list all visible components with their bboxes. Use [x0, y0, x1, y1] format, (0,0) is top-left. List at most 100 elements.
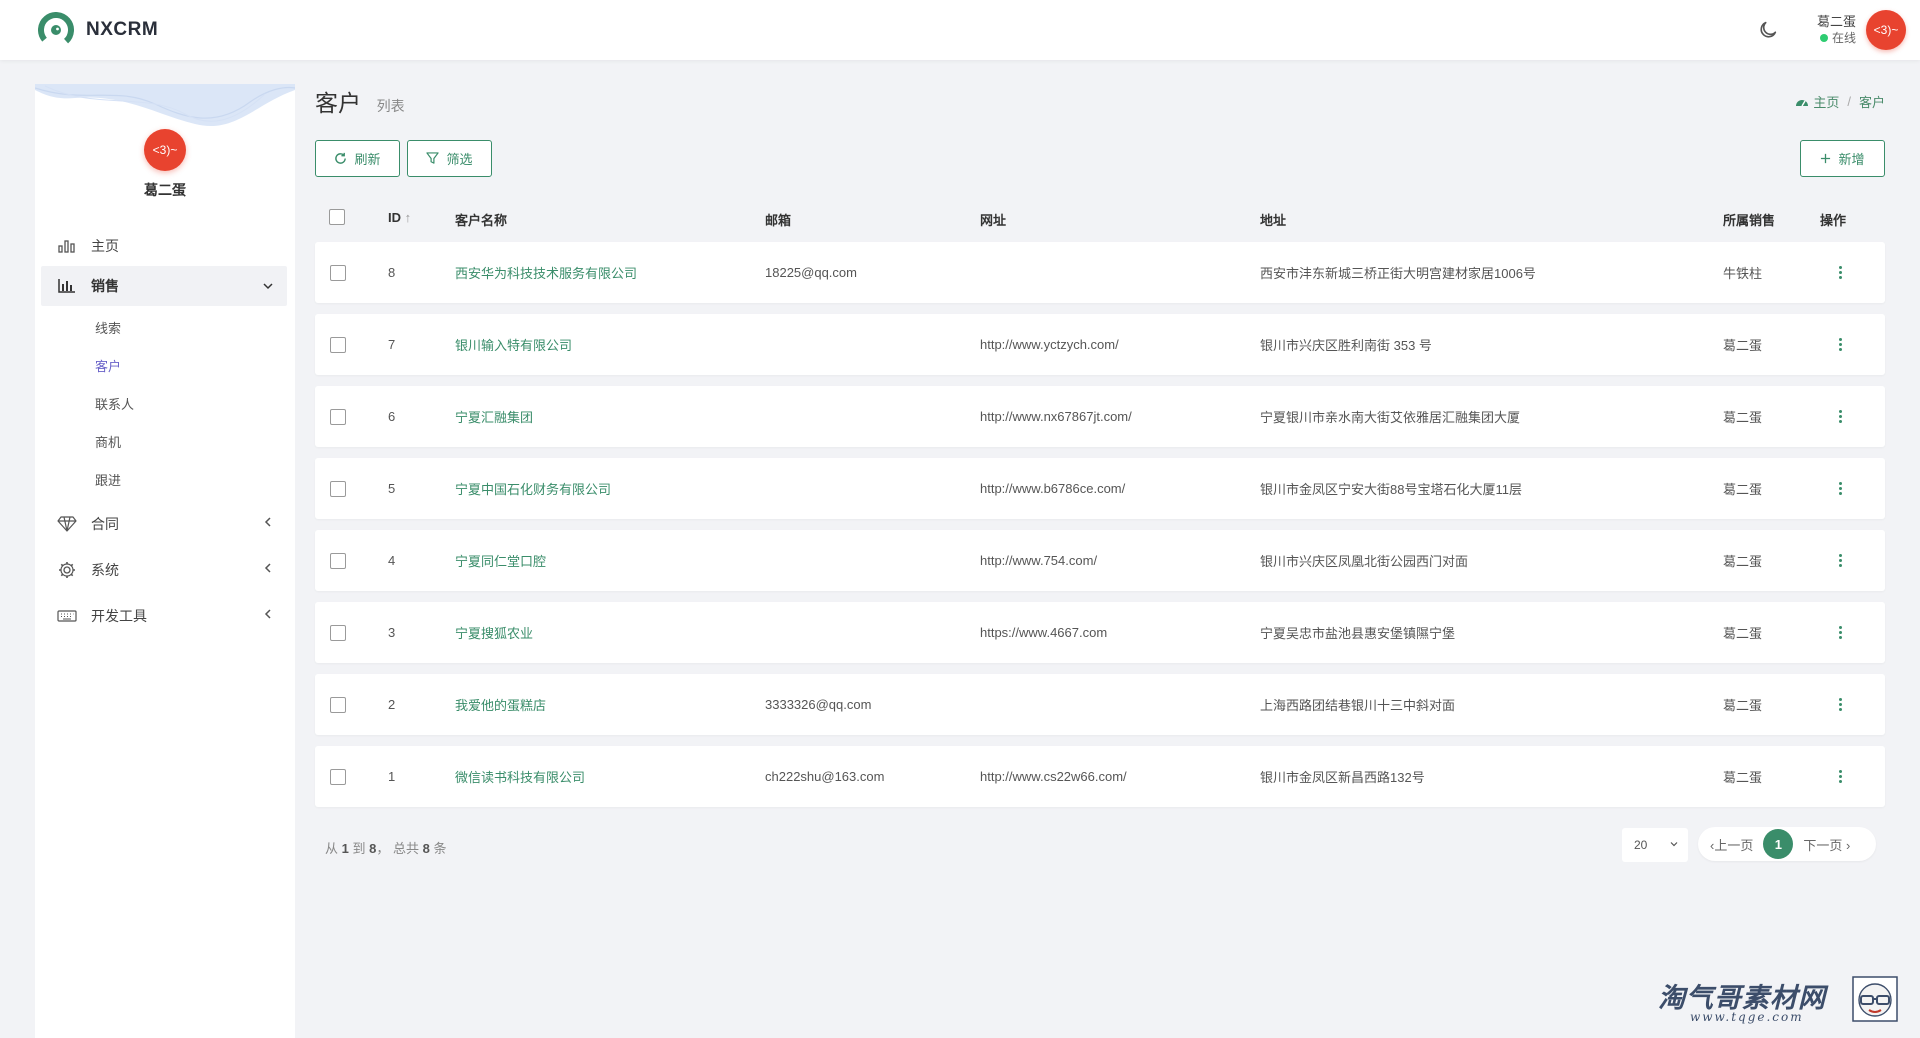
user-info[interactable]: 葛二蛋 在线 [1817, 14, 1856, 46]
page-size-select[interactable]: 20 [1622, 828, 1688, 862]
sidebar-item-sales[interactable]: 销售 [41, 266, 287, 306]
sidebar-item-contracts[interactable]: 合同 [35, 502, 295, 546]
row-actions-button[interactable] [1830, 746, 1850, 807]
sidebar-item-label: 合同 [91, 516, 119, 532]
avatar[interactable]: <3)~ [1866, 10, 1906, 50]
sidebar-item-system[interactable]: 系统 [35, 548, 295, 592]
cell-id: 2 [388, 697, 396, 712]
table-row[interactable]: 5 宁夏中国石化财务有限公司 http://www.b6786ce.com/ 银… [315, 458, 1885, 519]
moon-icon[interactable] [1757, 19, 1779, 41]
cell-customer-name[interactable]: 宁夏汇融集团 [455, 386, 533, 447]
cell-address: 宁夏吴忠市盐池县惠安堡镇隰宁堡 [1260, 626, 1456, 641]
more-vertical-icon [1838, 625, 1842, 640]
row-actions-button[interactable] [1830, 314, 1850, 375]
next-page-button[interactable]: 下一页 › [1803, 835, 1850, 854]
cell-customer-name[interactable]: 宁夏同仁堂口腔 [455, 530, 546, 591]
row-checkbox[interactable] [330, 314, 346, 375]
more-vertical-icon [1838, 697, 1842, 712]
cell-address: 银川市金凤区新昌西路132号 [1260, 770, 1425, 785]
chevron-down-icon [263, 283, 273, 290]
cell-url: http://www.nx67867jt.com/ [980, 409, 1132, 424]
cell-customer-name[interactable]: 宁夏中国石化财务有限公司 [455, 458, 611, 519]
column-email: 邮箱 [765, 213, 792, 228]
cell-url: http://www.cs22w66.com/ [980, 769, 1127, 784]
page-header: 客户 列表 主页 / 客户 [315, 84, 1885, 128]
cell-id: 4 [388, 553, 396, 568]
cell-id: 7 [388, 337, 396, 352]
diamond-icon [57, 515, 77, 533]
select-all-checkbox[interactable] [329, 209, 345, 228]
watermark: 淘气哥素材网 www.tqge.com [1658, 976, 1898, 1038]
column-id[interactable]: ID ↑ [388, 210, 411, 225]
table-row[interactable]: 8 西安华为科技技术服务有限公司 18225@qq.com 西安市沣东新城三桥正… [315, 242, 1885, 303]
cell-address: 上海西路团结巷银川十三中斜对面 [1260, 698, 1456, 713]
row-actions-button[interactable] [1830, 242, 1850, 303]
brand[interactable]: NXCRM [38, 12, 158, 48]
summary-to-label: 到 [352, 841, 366, 856]
sidebar-item-home[interactable]: 主页 [35, 226, 295, 266]
table-row[interactable]: 4 宁夏同仁堂口腔 http://www.754.com/ 银川市兴庆区凤凰北街… [315, 530, 1885, 591]
page-1-button[interactable]: 1 [1763, 829, 1794, 859]
cell-sales: 葛二蛋 [1723, 410, 1763, 425]
column-name: 客户名称 [455, 213, 508, 228]
row-actions-button[interactable] [1830, 674, 1850, 735]
row-checkbox[interactable] [330, 458, 346, 519]
cell-customer-name[interactable]: 微信读书科技有限公司 [455, 746, 585, 807]
table-row[interactable]: 2 我爱他的蛋糕店 3333326@qq.com 上海西路团结巷银川十三中斜对面… [315, 674, 1885, 735]
refresh-button[interactable]: 刷新 [315, 140, 400, 177]
row-checkbox[interactable] [330, 674, 346, 735]
refresh-label: 刷新 [354, 152, 381, 167]
dashboard-icon [1796, 99, 1809, 106]
table-row[interactable]: 7 银川输入特有限公司 http://www.yctzych.com/ 银川市兴… [315, 314, 1885, 375]
more-vertical-icon [1838, 553, 1842, 568]
logo-icon [38, 12, 74, 48]
breadcrumb-home[interactable]: 主页 [1813, 92, 1839, 111]
more-vertical-icon [1838, 769, 1842, 784]
table-row[interactable]: 6 宁夏汇融集团 http://www.nx67867jt.com/ 宁夏银川市… [315, 386, 1885, 447]
table-row[interactable]: 1 微信读书科技有限公司 ch222shu@163.com http://www… [315, 746, 1885, 807]
column-sales: 所属销售 [1723, 213, 1776, 228]
sidebar-subitem-followups[interactable]: 跟进 [35, 462, 295, 500]
cell-customer-name[interactable]: 宁夏搜狐农业 [455, 602, 533, 663]
cell-customer-name[interactable]: 我爱他的蛋糕店 [455, 674, 546, 735]
cell-email: ch222shu@163.com [765, 769, 885, 784]
row-actions-button[interactable] [1830, 530, 1850, 591]
sidebar-subitem-contacts[interactable]: 联系人 [35, 386, 295, 424]
cell-id: 3 [388, 625, 396, 640]
table-footer: 从 1 到 8， 总共 8 条 20 ‹上一页 1 下一页 › [315, 818, 1885, 878]
cell-id: 6 [388, 409, 396, 424]
summary-total: 8 [422, 841, 430, 856]
user-status: 在线 [1817, 30, 1856, 46]
page-size-value: 20 [1634, 838, 1648, 852]
filter-button[interactable]: 筛选 [407, 140, 492, 177]
page-subtitle: 列表 [376, 98, 405, 114]
sidebar-item-devtools[interactable]: 开发工具 [35, 594, 295, 638]
prev-page-button[interactable]: ‹上一页 [1710, 835, 1753, 854]
sidebar-avatar[interactable]: <3)~ [144, 129, 186, 171]
cell-sales: 葛二蛋 [1723, 626, 1763, 641]
sidebar-subitem-customers[interactable]: 客户 [35, 348, 295, 386]
row-checkbox[interactable] [330, 530, 346, 591]
row-checkbox[interactable] [330, 746, 346, 807]
row-checkbox[interactable] [330, 602, 346, 663]
add-button[interactable]: 新增 [1800, 140, 1885, 177]
cell-sales: 牛铁柱 [1723, 266, 1763, 281]
cell-customer-name[interactable]: 西安华为科技技术服务有限公司 [455, 242, 637, 303]
chevron-down-icon [1670, 842, 1678, 847]
column-actions: 操作 [1820, 213, 1847, 228]
sort-up-icon: ↑ [404, 210, 412, 225]
cell-customer-name[interactable]: 银川输入特有限公司 [455, 314, 572, 375]
sidebar-subitem-opportunities[interactable]: 商机 [35, 424, 295, 462]
row-checkbox[interactable] [330, 386, 346, 447]
row-actions-button[interactable] [1830, 386, 1850, 447]
table-row[interactable]: 3 宁夏搜狐农业 https://www.4667.com 宁夏吴忠市盐池县惠安… [315, 602, 1885, 663]
cell-address: 宁夏银川市亲水南大街艾依雅居汇融集团大厦 [1260, 410, 1521, 425]
refresh-icon [335, 152, 347, 164]
sidebar-subitem-leads[interactable]: 线索 [35, 310, 295, 348]
keyboard-icon [57, 607, 77, 625]
row-checkbox[interactable] [330, 242, 346, 303]
gear-icon [57, 561, 77, 579]
row-actions-button[interactable] [1830, 602, 1850, 663]
main-content: 客户 列表 主页 / 客户 刷新 筛选 新增 ID ↑ 客户名称 邮箱 网址 地… [315, 84, 1885, 878]
row-actions-button[interactable] [1830, 458, 1850, 519]
